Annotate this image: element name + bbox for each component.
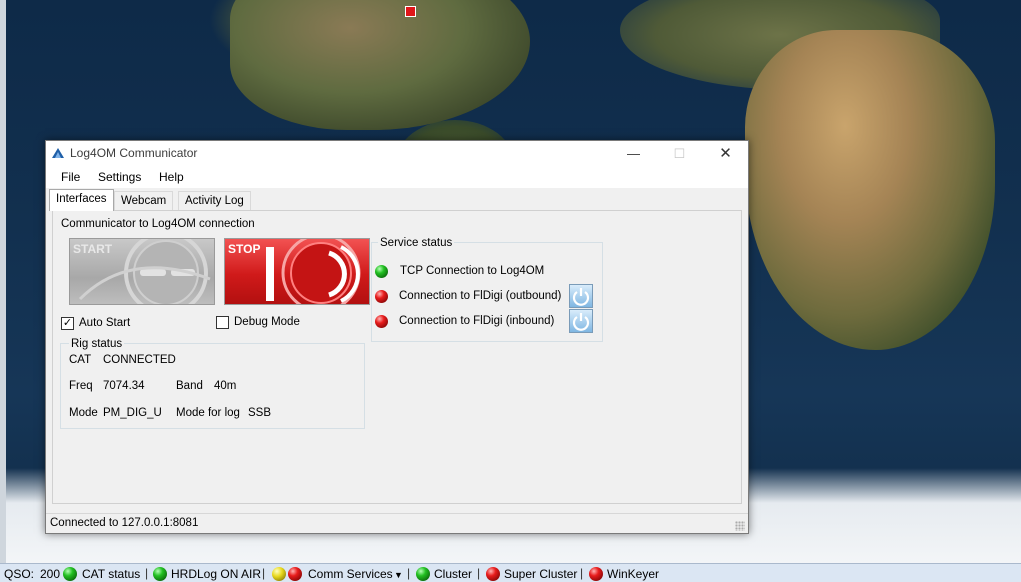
debug-mode-label: Debug Mode xyxy=(234,316,300,328)
app-status-bar: QSO: 200 CAT status | HRDLog ON AIR | Co… xyxy=(0,563,1021,582)
debug-mode-checkbox[interactable]: Debug Mode xyxy=(216,315,326,331)
map-left-border xyxy=(0,0,6,563)
comm-services-dropdown-icon[interactable]: ▼ xyxy=(394,570,403,580)
resize-grip-icon[interactable] xyxy=(735,521,745,531)
inbound-connect-button[interactable] xyxy=(569,309,593,333)
map-station-marker[interactable] xyxy=(405,6,416,17)
auto-start-check-icon[interactable]: ✓ xyxy=(61,317,74,330)
separator: | xyxy=(580,566,584,580)
power-icon xyxy=(572,313,590,331)
cluster-led-icon xyxy=(416,567,430,581)
map-africa xyxy=(745,30,995,350)
auto-start-checkbox[interactable]: ✓ Auto Start xyxy=(61,316,151,332)
power-icon xyxy=(572,288,590,306)
separator: | xyxy=(477,566,481,580)
menu-file[interactable]: File xyxy=(61,170,80,184)
tab-interfaces[interactable]: Interfaces xyxy=(49,189,114,211)
freq-value: 7074.34 xyxy=(103,380,145,392)
comm-services-item[interactable]: Comm Services xyxy=(308,567,393,581)
inbound-status-led-icon xyxy=(375,315,388,328)
interfaces-panel: Communicator to Log4OM connection START … xyxy=(52,210,742,504)
cluster-item[interactable]: Cluster xyxy=(434,567,472,581)
cat-status-item[interactable]: CAT status xyxy=(82,567,140,581)
band-value: 40m xyxy=(214,380,237,392)
start-button[interactable]: START xyxy=(69,238,215,305)
outbound-connect-button[interactable] xyxy=(569,284,593,308)
cat-label: CAT xyxy=(69,354,92,366)
auto-start-label: Auto Start xyxy=(79,317,131,329)
outbound-status-led-icon xyxy=(375,290,388,303)
connection-status-text: Connected to 127.0.0.1:8081 xyxy=(50,517,199,529)
winkeyer-led-icon xyxy=(589,567,603,581)
service-item-tcp: TCP Connection to Log4OM xyxy=(400,265,545,277)
service-item-inbound: Connection to FlDigi (inbound) xyxy=(399,315,555,327)
tab-strip: Interfaces Webcam Activity Log xyxy=(49,189,745,211)
mode-for-log-label: Mode for log xyxy=(176,407,240,419)
comm-services-led-red-icon xyxy=(288,567,302,581)
separator: | xyxy=(262,566,266,580)
winkeyer-item[interactable]: WinKeyer xyxy=(607,567,659,581)
qso-count: 200 xyxy=(40,567,61,581)
hrdlog-led-icon xyxy=(153,567,167,581)
tcp-status-led-icon xyxy=(375,265,388,278)
mode-value: PM_DIG_U xyxy=(103,407,162,419)
super-cluster-led-icon xyxy=(486,567,500,581)
tab-activity-log[interactable]: Activity Log xyxy=(178,191,251,211)
menu-help[interactable]: Help xyxy=(159,170,184,184)
map-north-america xyxy=(230,0,530,130)
start-label: START xyxy=(73,242,113,256)
maximize-button[interactable]: ☐ xyxy=(657,141,702,166)
connection-group-title: Communicator to Log4OM connection xyxy=(61,218,255,230)
mode-label: Mode xyxy=(69,407,98,419)
rig-status-title: Rig status xyxy=(69,338,125,350)
hrdlog-item[interactable]: HRDLog ON AIR xyxy=(171,567,261,581)
qso-label: QSO: xyxy=(4,567,35,581)
menu-bar: File Settings Help xyxy=(46,166,748,188)
stop-button[interactable]: STOP xyxy=(224,238,370,305)
title-bar[interactable]: Log4OM Communicator — ☐ ✕ xyxy=(46,141,748,166)
band-label: Band xyxy=(176,380,203,392)
communicator-window: Log4OM Communicator — ☐ ✕ File Settings … xyxy=(45,140,749,534)
mode-for-log-value: SSB xyxy=(248,407,272,419)
separator: | xyxy=(145,566,149,580)
tab-webcam[interactable]: Webcam xyxy=(114,191,174,211)
minimize-button[interactable]: — xyxy=(611,141,656,166)
service-item-outbound: Connection to FlDigi (outbound) xyxy=(399,290,562,302)
close-button[interactable]: ✕ xyxy=(703,141,748,166)
cat-status-led-icon xyxy=(63,567,77,581)
window-title: Log4OM Communicator xyxy=(70,146,198,160)
window-status-bar: Connected to 127.0.0.1:8081 xyxy=(46,513,748,533)
separator: | xyxy=(407,566,411,580)
comm-services-led-yellow-icon xyxy=(272,567,286,581)
cat-value: CONNECTED xyxy=(103,354,176,366)
service-status-title: Service status xyxy=(378,237,455,249)
app-icon xyxy=(52,148,64,158)
freq-label: Freq xyxy=(69,380,93,392)
super-cluster-item[interactable]: Super Cluster xyxy=(504,567,577,581)
debug-mode-check-icon[interactable] xyxy=(216,316,229,329)
menu-settings[interactable]: Settings xyxy=(98,170,141,184)
stop-label: STOP xyxy=(228,242,261,256)
